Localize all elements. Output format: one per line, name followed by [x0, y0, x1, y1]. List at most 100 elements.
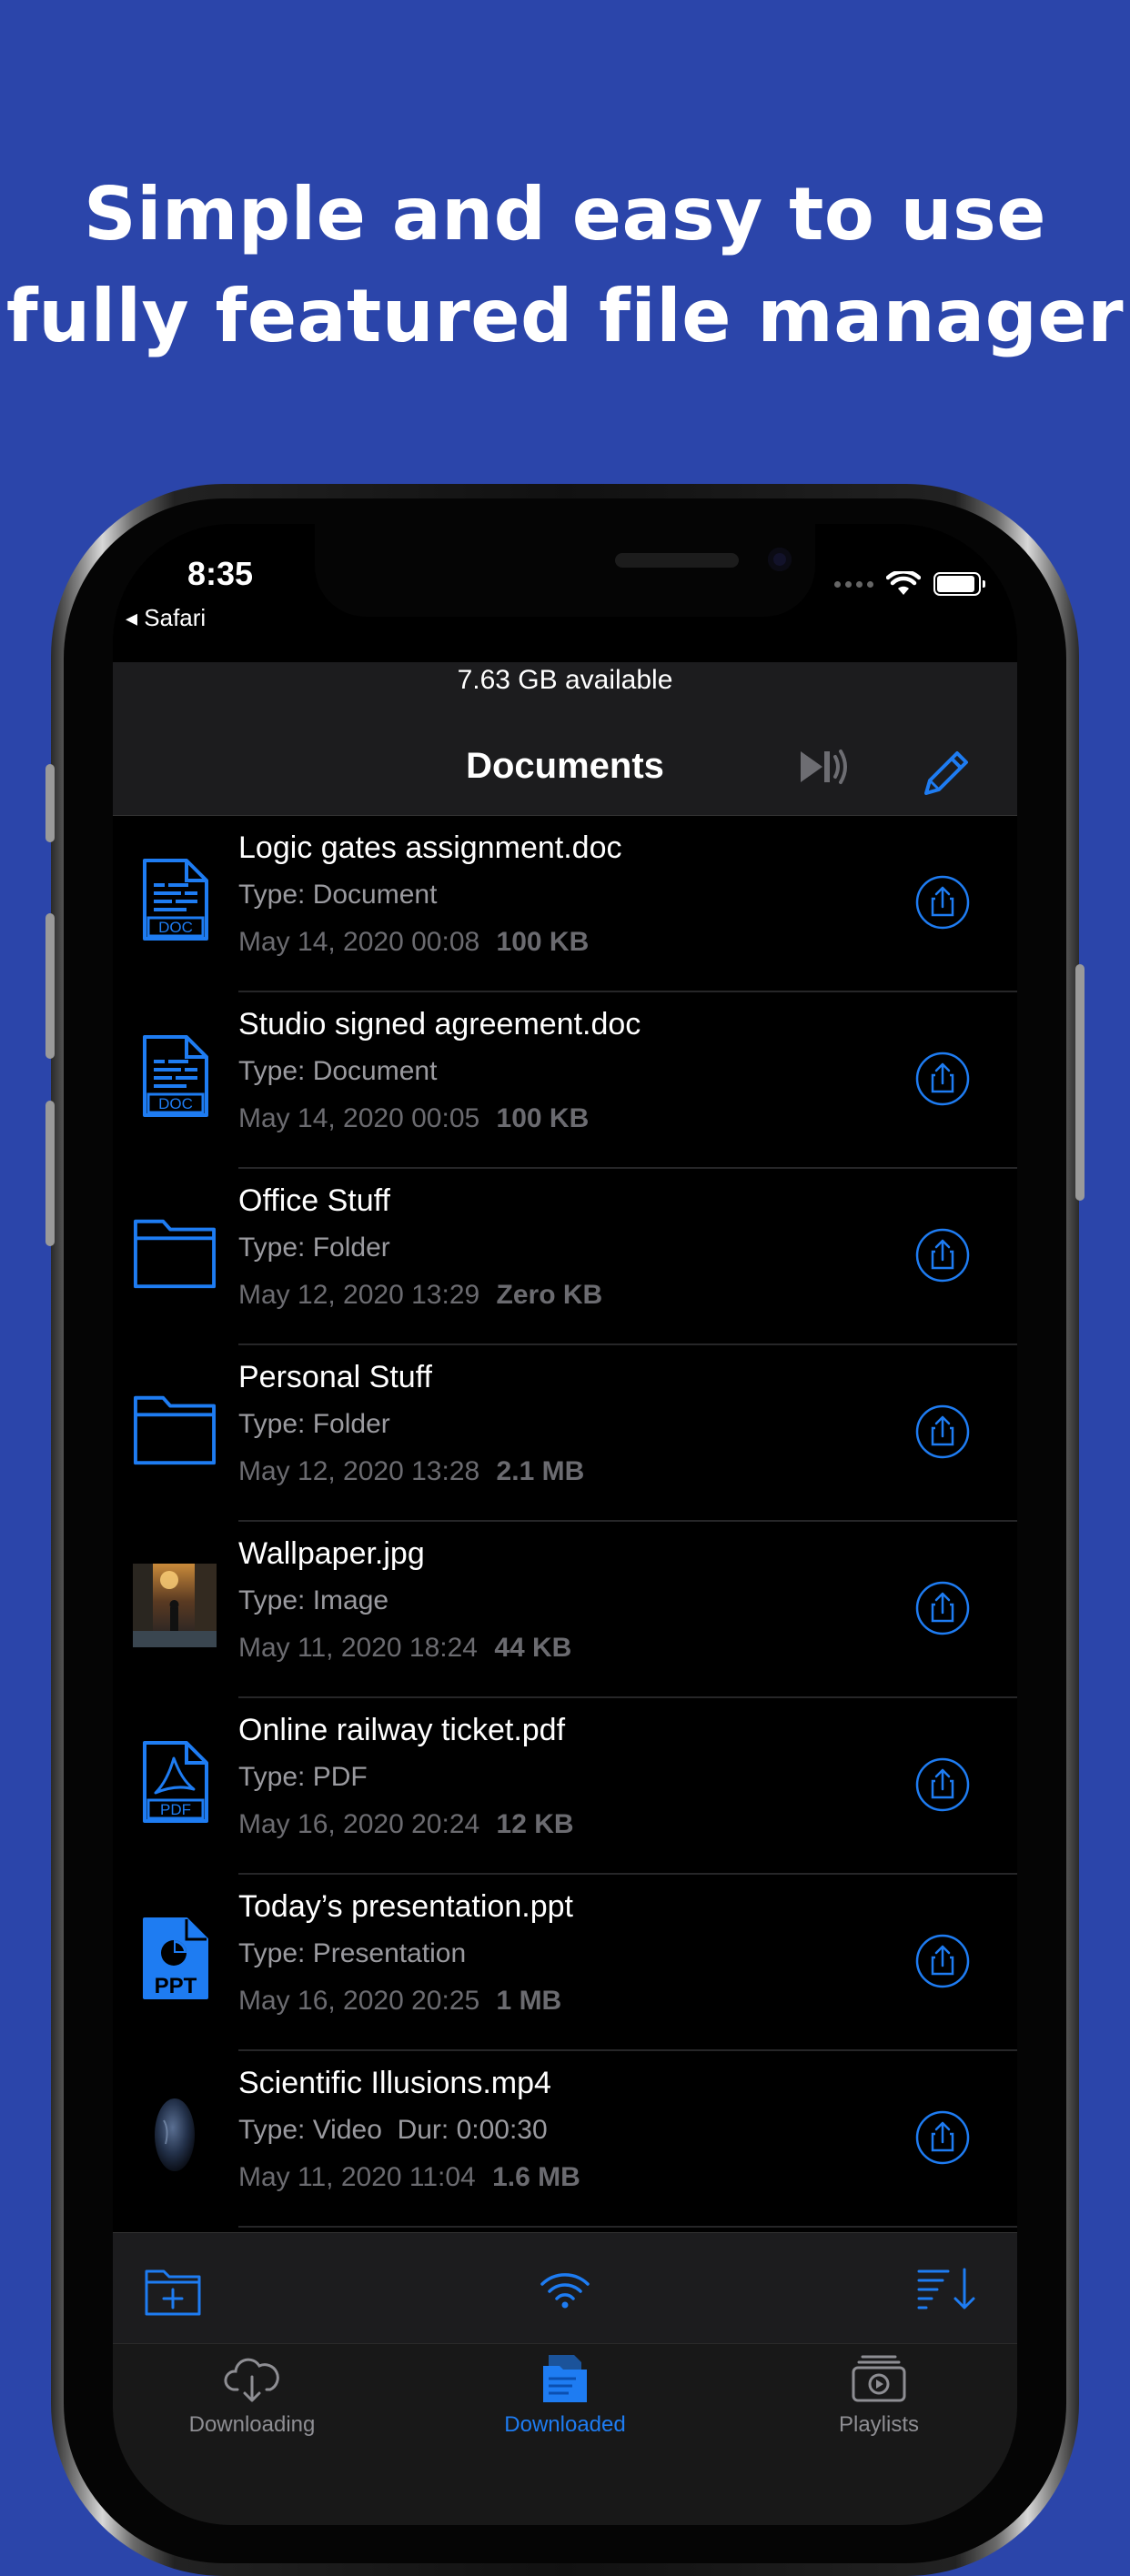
- earpiece-speaker: [615, 553, 739, 568]
- navigation-bar: Documents: [113, 717, 1017, 816]
- documents-icon: [543, 2355, 587, 2402]
- file-meta: May 12, 2020 13:28 2.1 MB: [238, 1456, 584, 1487]
- list-item[interactable]: DOC Logic gates assignment.doc Type: Doc…: [113, 816, 1017, 992]
- ppt-icon-label: PPT: [155, 1974, 197, 1998]
- file-meta: May 12, 2020 13:29 Zero KB: [238, 1280, 602, 1311]
- file-date: May 12, 2020 13:28: [238, 1456, 480, 1486]
- file-name: Logic gates assignment.doc: [238, 830, 622, 865]
- doc-icon-label: DOC: [158, 919, 193, 936]
- file-name: Online railway ticket.pdf: [238, 1713, 566, 1747]
- folder-icon: [133, 1387, 217, 1471]
- list-item[interactable]: Wallpaper.jpg Type: Image May 11, 2020 1…: [113, 1522, 1017, 1698]
- video-thumbnail: [133, 2093, 217, 2177]
- list-item[interactable]: Scientific Illusions.mp4 Type: Video Dur…: [113, 2051, 1017, 2228]
- pencil-icon[interactable]: [919, 746, 974, 800]
- file-type: Type: Image: [238, 1585, 389, 1615]
- share-icon[interactable]: [915, 1757, 970, 1812]
- pdf-icon: PDF: [133, 1740, 217, 1824]
- list-item[interactable]: Office Stuff Type: Folder May 12, 2020 1…: [113, 1169, 1017, 1345]
- pdf-icon-label: PDF: [160, 1801, 191, 1818]
- file-name: Scientific Illusions.mp4: [238, 2066, 551, 2100]
- file-meta: May 14, 2020 00:08 100 KB: [238, 927, 589, 958]
- file-date: May 16, 2020 20:24: [238, 1809, 480, 1839]
- share-icon[interactable]: [915, 875, 970, 930]
- share-icon[interactable]: [915, 1581, 970, 1635]
- file-name: Studio signed agreement.doc: [238, 1007, 641, 1041]
- power-button: [1075, 964, 1085, 1201]
- file-type: Type: Video Dur: 0:00:30: [238, 2115, 548, 2145]
- file-meta: May 14, 2020 00:05 100 KB: [238, 1103, 589, 1134]
- share-icon[interactable]: [915, 1052, 970, 1106]
- file-name: Office Stuff: [238, 1183, 390, 1218]
- file-size: 12 KB: [496, 1809, 574, 1839]
- file-date: May 16, 2020 20:25: [238, 1986, 480, 2016]
- file-meta: May 11, 2020 11:04 1.6 MB: [238, 2162, 580, 2193]
- file-date: May 12, 2020 13:29: [238, 1280, 480, 1310]
- file-date: May 11, 2020 11:04: [238, 2162, 476, 2192]
- file-size: 1.6 MB: [492, 2162, 580, 2192]
- list-item[interactable]: DOC Studio signed agreement.doc Type: Do…: [113, 992, 1017, 1169]
- list-item[interactable]: PDF Online railway ticket.pdf Type: PDF …: [113, 1698, 1017, 1875]
- status-time: 8:35: [187, 555, 254, 592]
- volume-down-button: [45, 1101, 55, 1246]
- file-meta: May 16, 2020 20:25 1 MB: [238, 1986, 561, 2017]
- file-date: May 14, 2020 00:05: [238, 1103, 480, 1133]
- file-size: 44 KB: [494, 1633, 572, 1663]
- playlist-icon: [852, 2355, 906, 2402]
- tab-label: Playlists: [838, 2412, 920, 2437]
- list-item[interactable]: Personal Stuff Type: Folder May 12, 2020…: [113, 1345, 1017, 1522]
- tab-bar: Downloading Downloaded Playlists: [113, 2343, 1017, 2525]
- file-meta: May 11, 2020 18:24 44 KB: [238, 1633, 571, 1664]
- back-to-safari-link[interactable]: ◂ Safari: [126, 604, 206, 632]
- tab-playlists[interactable]: Playlists: [742, 2353, 1015, 2438]
- file-date: May 11, 2020 18:24: [238, 1633, 478, 1663]
- file-type: Type: Presentation: [238, 1938, 467, 1968]
- file-type: Type: Folder: [238, 1233, 390, 1263]
- file-type: Type: Folder: [238, 1409, 390, 1439]
- doc-icon: DOC: [133, 1034, 217, 1118]
- file-type: Type: Document: [238, 1056, 438, 1086]
- headline-line-1: Simple and easy to use: [84, 172, 1046, 257]
- list-item[interactable]: PPT Today’s presentation.ppt Type: Prese…: [113, 1875, 1017, 2051]
- file-type: Type: Document: [238, 880, 438, 910]
- cloud-download-icon: [224, 2358, 279, 2402]
- tab-downloaded[interactable]: Downloaded: [429, 2353, 701, 2438]
- share-icon[interactable]: [915, 1228, 970, 1283]
- speaker-wave-icon[interactable]: [797, 746, 850, 788]
- file-name: Personal Stuff: [238, 1360, 432, 1394]
- file-size: Zero KB: [496, 1280, 603, 1310]
- file-size: 100 KB: [496, 927, 590, 957]
- share-icon[interactable]: [915, 2110, 970, 2165]
- folder-plus-icon[interactable]: [144, 2266, 202, 2317]
- bottom-toolbar: [113, 2232, 1017, 2344]
- headline: Simple and easy to use fully featured fi…: [0, 164, 1130, 367]
- phone-screen: 8:35 ◂ Safari 7.63 GB available Document…: [113, 524, 1017, 2525]
- file-type: Type: PDF: [238, 1762, 368, 1792]
- share-icon[interactable]: [915, 1934, 970, 1988]
- front-camera: [768, 548, 792, 571]
- file-date: May 14, 2020 00:08: [238, 927, 480, 957]
- storage-available: 7.63 GB available: [457, 665, 673, 695]
- notch: [315, 524, 815, 617]
- silent-switch: [45, 764, 55, 842]
- row-divider: [238, 2226, 1017, 2228]
- doc-icon: DOC: [133, 858, 217, 941]
- cellular-signal-icon: [834, 580, 873, 588]
- sort-icon[interactable]: [915, 2266, 977, 2311]
- doc-icon-label: DOC: [158, 1095, 193, 1112]
- file-size: 1 MB: [496, 1986, 562, 2016]
- file-name: Today’s presentation.ppt: [238, 1889, 573, 1924]
- tab-downloading[interactable]: Downloading: [116, 2353, 388, 2438]
- battery-icon: [933, 572, 985, 596]
- status-indicators: [834, 571, 985, 597]
- ppt-icon: PPT: [133, 1917, 217, 2000]
- tab-label: Downloaded: [504, 2412, 626, 2437]
- wifi-status-icon: [886, 571, 921, 595]
- tab-label: Downloading: [188, 2412, 316, 2437]
- wifi-icon[interactable]: [539, 2271, 591, 2309]
- share-icon[interactable]: [915, 1404, 970, 1459]
- file-meta: May 16, 2020 20:24 12 KB: [238, 1809, 574, 1840]
- file-size: 2.1 MB: [496, 1456, 585, 1486]
- file-size: 100 KB: [496, 1103, 590, 1133]
- folder-icon: [133, 1211, 217, 1294]
